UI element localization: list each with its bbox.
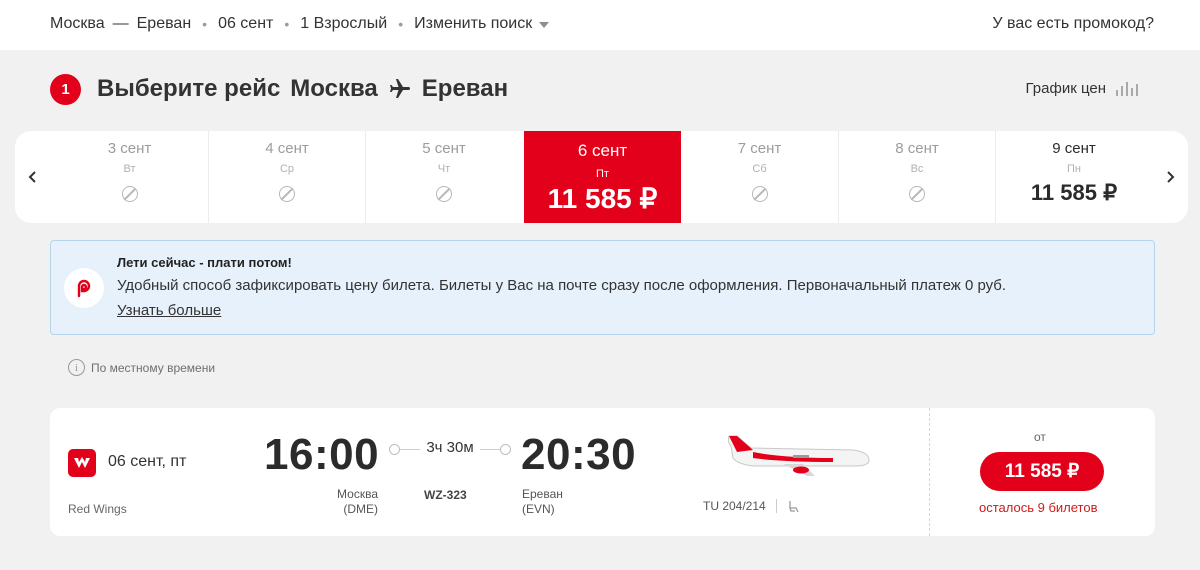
arrival-time: 20:30: [521, 430, 637, 479]
price-graph-button[interactable]: График цен: [1026, 80, 1138, 97]
weekday-label: Пт: [596, 168, 609, 180]
date-label: 7 сент: [737, 140, 782, 157]
timeline-dot: [389, 444, 400, 455]
card-divider: [929, 408, 930, 536]
step-number-badge: 1: [50, 74, 81, 105]
weekday-label: Ср: [279, 163, 295, 175]
date-option-4-sep[interactable]: 4 сент Ср: [208, 131, 365, 223]
date-option-9-sep[interactable]: 9 сент Пн 11 585 ₽: [995, 131, 1152, 223]
bar-chart-icon: [1116, 81, 1138, 96]
banner-text: Удобный способ зафиксировать цену билета…: [117, 277, 1007, 294]
learn-more-link[interactable]: Узнать больше: [117, 302, 221, 319]
weekday-label: Вс: [910, 163, 924, 175]
select-flight-price-button[interactable]: 11 585 ₽: [980, 452, 1104, 491]
price-prefix: от: [1034, 430, 1046, 444]
title-to: Ереван: [421, 75, 509, 102]
seat-icon: [789, 501, 799, 513]
unavailable-icon: [279, 186, 295, 202]
page-title: Выберите рейс Москва Ереван: [97, 75, 508, 103]
departure-code: (DME): [343, 502, 378, 516]
timeline-dot: [500, 444, 511, 455]
pay-later-banner: Лети сейчас - плати потом! Удобный спосо…: [50, 240, 1155, 335]
next-dates-button[interactable]: [1152, 131, 1188, 223]
date-price: 11 585 ₽: [547, 183, 658, 214]
red-wings-logo-icon: [68, 449, 96, 477]
separator-dot: •: [398, 16, 404, 32]
date-carousel: 3 сент Вт 4 сент Ср 5 сент Чт 6 сент Пт …: [15, 131, 1188, 223]
local-time-label: По местному времени: [91, 360, 216, 375]
date-option-5-sep[interactable]: 5 сент Чт: [365, 131, 522, 223]
change-search-label: Изменить поиск: [414, 15, 533, 32]
airplane-icon: [389, 79, 410, 98]
date-option-8-sep[interactable]: 8 сент Вс: [838, 131, 995, 223]
aircraft-image: [727, 435, 870, 476]
weekday-label: Вт: [123, 163, 136, 175]
search-date: 06 сент: [218, 15, 274, 32]
departure-time: 16:00: [264, 430, 380, 479]
flight-duration: 3ч 30м: [420, 439, 480, 456]
title-prefix: Выберите рейс: [97, 75, 281, 102]
chevron-down-icon: [539, 22, 550, 28]
info-icon: i: [68, 359, 85, 376]
weekday-label: Сб: [752, 163, 767, 175]
arrival-city: Ереван: [522, 487, 563, 501]
weekday-label: Чт: [437, 163, 451, 175]
aircraft-info: TU 204/214: [703, 499, 801, 513]
previous-dates-button[interactable]: [15, 131, 51, 223]
route-from: Москва: [50, 15, 105, 32]
flight-card[interactable]: 06 сент, пт Red Wings 16:00 3ч 30м 20:30…: [50, 408, 1155, 536]
aircraft-model: TU 204/214: [703, 499, 766, 513]
change-search-button[interactable]: Изменить поиск: [414, 15, 550, 33]
date-label: 5 сент: [422, 140, 466, 157]
date-option-3-sep[interactable]: 3 сент Вт: [51, 131, 208, 223]
search-passengers: 1 Взрослый: [300, 15, 388, 32]
search-summary-bar: Москва — Ереван • 06 сент • 1 Взрослый •…: [0, 0, 1200, 50]
date-label: 4 сент: [265, 140, 309, 157]
divider: [775, 499, 777, 513]
arrival-code: (EVN): [522, 502, 555, 516]
date-label: 8 сент: [895, 140, 939, 157]
price-graph-label: График цен: [1025, 80, 1106, 97]
unavailable-icon: [751, 186, 768, 202]
date-label: 3 сент: [107, 140, 152, 157]
date-label: 9 сент: [1052, 140, 1096, 157]
weekday-label: Пн: [1067, 163, 1081, 175]
airline-name: Red Wings: [68, 502, 127, 516]
unavailable-icon: [909, 186, 925, 202]
promo-code-link[interactable]: У вас есть промокод?: [992, 15, 1154, 33]
departure-city: Москва: [337, 487, 378, 501]
title-from: Москва: [290, 75, 378, 102]
unavailable-icon: [121, 186, 138, 202]
flight-date: 06 сент, пт: [108, 453, 187, 470]
arrival-airport: Ереван (EVN): [522, 487, 563, 517]
flight-number: WZ-323: [424, 488, 467, 502]
route-separator: —: [112, 15, 129, 32]
route-to: Ереван: [136, 15, 192, 32]
banner-title: Лети сейчас - плати потом!: [117, 255, 292, 270]
departure-airport: Москва (DME): [330, 487, 378, 517]
date-price: 11 585 ₽: [1030, 180, 1118, 205]
tickets-left: осталось 9 билетов: [979, 500, 1098, 515]
unavailable-icon: [436, 186, 452, 202]
date-option-6-sep-selected[interactable]: 6 сент Пт 11 585 ₽: [524, 131, 681, 223]
separator-dot: •: [284, 16, 290, 32]
date-label: 6 сент: [577, 141, 628, 160]
pay-later-logo-icon: [64, 268, 104, 308]
local-time-note: i По местному времени: [68, 359, 215, 376]
search-summary: Москва — Ереван • 06 сент • 1 Взрослый •…: [50, 15, 550, 33]
chevron-right-icon: [1167, 171, 1175, 183]
separator-dot: •: [202, 16, 208, 32]
chevron-left-icon: [28, 171, 36, 183]
date-option-7-sep[interactable]: 7 сент Сб: [681, 131, 838, 223]
